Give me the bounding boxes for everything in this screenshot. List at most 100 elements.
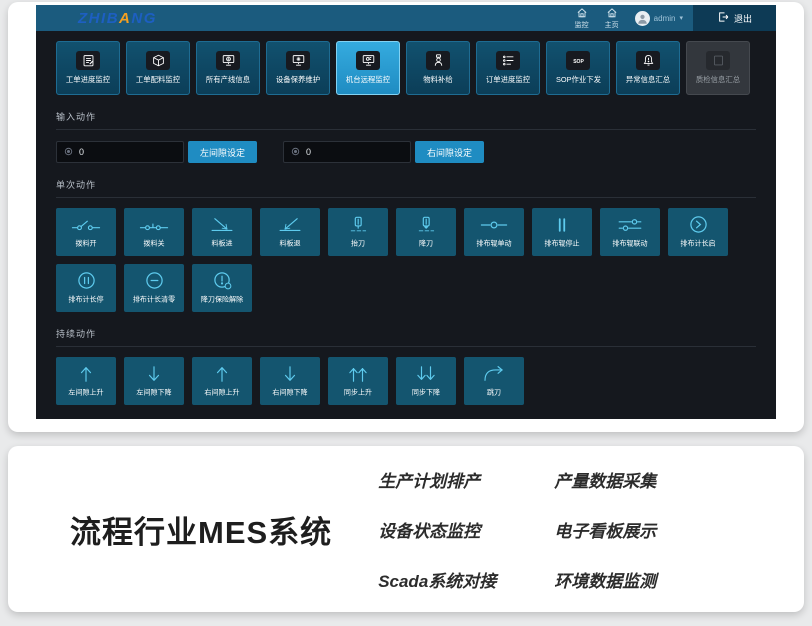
module-button[interactable]: 物料补给 (406, 41, 470, 95)
promo-card: 流程行业MES系统 生产计划排产 设备状态监控 Scada系统对接 产量数据采集… (8, 446, 804, 612)
pause-circle-icon (77, 271, 96, 290)
action-button[interactable]: 左间隙上升 (56, 357, 116, 405)
action-button[interactable]: 拨料开 (56, 208, 116, 256)
action-button[interactable]: 同步下降 (396, 357, 456, 405)
section-input: 输入动作 0 左间隙设定 (56, 110, 756, 163)
action-button[interactable]: 排布计长清零 (124, 264, 184, 312)
bell-alert-icon (636, 51, 660, 70)
module-label: 工单配料监控 (136, 74, 180, 84)
action-label: 料板进 (211, 238, 232, 248)
left-gap-input[interactable]: 0 (56, 141, 184, 163)
module-label: 设备保养维护 (276, 74, 320, 84)
right-gap-set-button[interactable]: 右间隙设定 (415, 141, 484, 163)
module-button[interactable]: 异常信息汇总 (616, 41, 680, 95)
module-button[interactable]: 设备保养维护 (266, 41, 330, 95)
double-up-icon (342, 365, 374, 383)
right-gap-input[interactable]: 0 (283, 141, 411, 163)
input-row: 0 左间隙设定 0 右间隙设定 (56, 141, 756, 163)
action-button[interactable]: 降刀保险解除 (192, 264, 252, 312)
angle-in-icon (206, 216, 238, 234)
single-action-grid: 拨料开 拨料关料板进 料板退 抬刀 降刀 排布辊单动排布辊停止排布辊联动排布计长启排布计长… (56, 208, 756, 312)
nav-label: 监控 (575, 20, 589, 30)
nav-label: 主页 (605, 20, 619, 30)
action-label: 右间隙下降 (272, 387, 307, 397)
module-label: SOP作业下发 (556, 74, 601, 84)
hold-action-grid: 左间隙上升 左间隙下降右间隙上升 右间隙下降 同步上升 同步下降跳刀 (56, 357, 756, 405)
input-value: 0 (79, 147, 84, 157)
arrow-up-icon (70, 365, 102, 383)
action-button[interactable]: 排布计长停 (56, 264, 116, 312)
module-button: 质检信息汇总 (686, 41, 750, 95)
alert-circle-icon (213, 271, 232, 290)
action-button[interactable]: 排布辊单动 (464, 208, 524, 256)
action-button[interactable]: 右间隙上升 (192, 357, 252, 405)
monitor-globe-icon (216, 51, 240, 70)
action-label: 跳刀 (487, 387, 501, 397)
nav-item-monitor[interactable]: 监控 (575, 7, 589, 30)
module-label: 异常信息汇总 (626, 74, 670, 84)
svg-text:SOP: SOP (573, 59, 584, 65)
redo-icon (478, 365, 510, 383)
action-button[interactable]: 右间隙下降 (260, 357, 320, 405)
action-label: 抬刀 (351, 238, 365, 248)
clipboard-icon (76, 51, 100, 70)
action-button[interactable]: 料板进 (192, 208, 252, 256)
action-button[interactable]: 料板退 (260, 208, 320, 256)
monitor-camera-icon (356, 51, 380, 70)
action-button[interactable]: 降刀 (396, 208, 456, 256)
module-label: 机台远程监控 (346, 74, 390, 84)
action-button[interactable]: 排布计长启 (668, 208, 728, 256)
module-button[interactable]: 工单进度监控 (56, 41, 120, 95)
module-label: 订单进度监控 (486, 74, 530, 84)
promo-title: 流程行业MES系统 (70, 507, 332, 552)
brand-logo: ZHIBANG (78, 11, 157, 26)
module-grid: 工单进度监控工单配料监控 所有产线信息设备保养维护 机台远程监控 物料补给 订单进度监控… (56, 41, 756, 95)
section-title: 单次动作 (56, 178, 756, 198)
username: admin (654, 14, 676, 23)
header-right: 监控 主页 admin ▾ (575, 5, 776, 31)
blank-icon (706, 51, 730, 70)
double-down-icon (410, 365, 442, 383)
module-button[interactable]: SOP SOP作业下发 (546, 41, 610, 95)
action-label: 拨料开 (75, 238, 96, 248)
minus-circle-icon (145, 271, 164, 290)
mes-app-window: ZHIBANG 监控 主页 (36, 5, 776, 419)
section-title: 输入动作 (56, 110, 756, 130)
action-button[interactable]: 左间隙下降 (124, 357, 184, 405)
action-label: 料板退 (279, 238, 300, 248)
gear-icon (64, 147, 73, 158)
screenshot-card: ZHIBANG 监控 主页 (8, 2, 804, 432)
right-gap-group: 0 右间隙设定 (283, 141, 484, 163)
monitor-star-icon (286, 51, 310, 70)
feature-item: 生产计划排产 (378, 467, 496, 492)
action-button[interactable]: 抬刀 (328, 208, 388, 256)
action-button[interactable]: 排布辊停止 (532, 208, 592, 256)
logout-button[interactable]: 退出 (693, 5, 776, 31)
left-gap-set-button[interactable]: 左间隙设定 (188, 141, 257, 163)
module-button[interactable]: 订单进度监控 (476, 41, 540, 95)
sliders-icon (614, 216, 646, 234)
action-button[interactable]: 排布辊联动 (600, 208, 660, 256)
gear-icon (291, 147, 300, 158)
module-label: 物料补给 (423, 74, 452, 84)
action-label: 左间隙上升 (68, 387, 103, 397)
arrow-up-icon (206, 365, 238, 383)
home-icon (606, 7, 618, 19)
knife-up-icon (342, 216, 374, 234)
action-button[interactable]: 拨料关 (124, 208, 184, 256)
switch-open-icon (70, 216, 102, 234)
left-gap-group: 0 左间隙设定 (56, 141, 257, 163)
action-button[interactable]: 同步上升 (328, 357, 388, 405)
nav-item-home[interactable]: 主页 (605, 7, 619, 30)
action-label: 降刀 (419, 238, 433, 248)
action-button[interactable]: 跳刀 (464, 357, 524, 405)
module-button[interactable]: 机台远程监控 (336, 41, 400, 95)
user-menu[interactable]: admin ▾ (635, 11, 683, 26)
pause-bars-icon (546, 216, 578, 234)
module-button[interactable]: 所有产线信息 (196, 41, 260, 95)
action-label: 右间隙上升 (204, 387, 239, 397)
logout-label: 退出 (734, 12, 752, 25)
action-label: 同步上升 (344, 387, 372, 397)
module-button[interactable]: 工单配料监控 (126, 41, 190, 95)
section-single: 单次动作 拨料开拨料关料板进料板退抬刀降刀排布辊单动排布辊停止排布辊联动排布计长… (56, 178, 756, 312)
